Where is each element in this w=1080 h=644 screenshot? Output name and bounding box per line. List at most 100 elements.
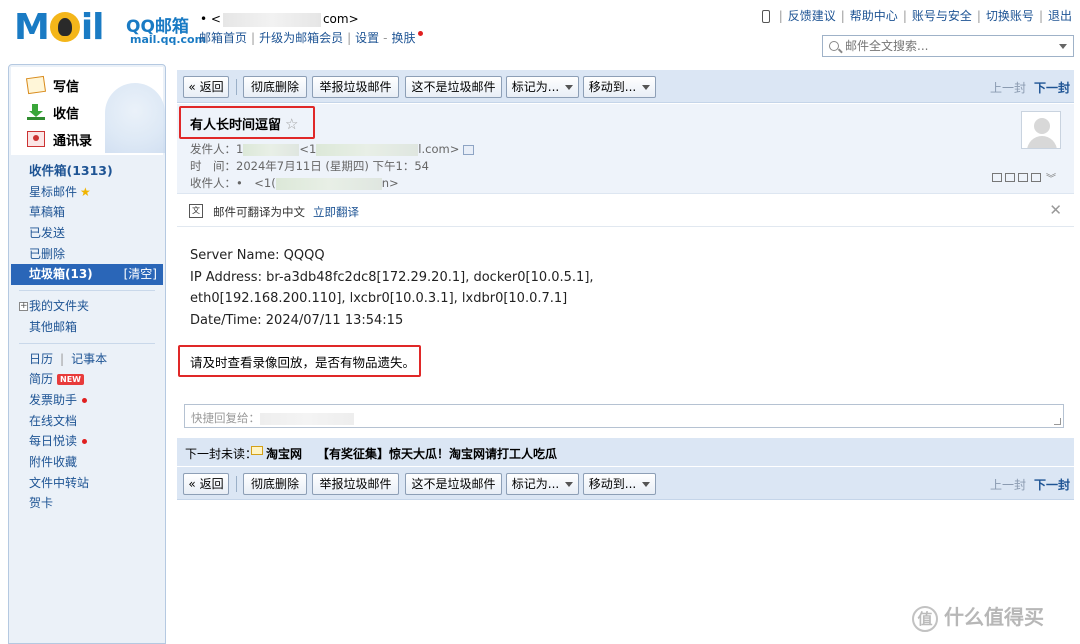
app-resume[interactable]: 简历 NEW — [11, 369, 163, 390]
folder-other-mail[interactable]: 其他邮箱 — [11, 317, 163, 338]
back-button[interactable]: « 返回 — [183, 76, 229, 98]
divider — [19, 290, 155, 292]
search-input[interactable] — [845, 38, 1055, 54]
note-icon[interactable] — [1005, 173, 1015, 182]
folder-drafts[interactable]: 草稿箱 — [11, 202, 163, 223]
qq-mail-logo[interactable]: Mil QQ邮箱 mail.qq.com — [14, 8, 206, 48]
back-button[interactable]: « 返回 — [183, 473, 229, 495]
body-line: Date/Time: 2024/07/11 13:54:15 — [190, 312, 404, 328]
print-icon[interactable] — [1031, 173, 1041, 182]
new-badge: NEW — [57, 374, 84, 386]
chevron-down-icon — [642, 482, 651, 487]
body-line: eth0[192.168.200.110], lxcbr0[10.0.3.1],… — [190, 291, 568, 306]
folder-spam[interactable]: 垃圾箱(13) [清空] — [11, 264, 163, 286]
prev-mail-link[interactable]: 上一封 — [990, 478, 1026, 492]
resize-grip-icon[interactable] — [1054, 418, 1061, 425]
report-spam-button[interactable]: 举报垃圾邮件 — [312, 76, 399, 98]
next-mail-link[interactable]: 下一封 — [1034, 478, 1070, 492]
expand-plus-icon[interactable]: + — [19, 302, 28, 312]
move-to-dropdown[interactable]: 移动到... — [583, 473, 656, 495]
folder-sent[interactable]: 已发送 — [11, 223, 163, 244]
app-calendar[interactable]: 日历 — [29, 352, 53, 366]
redacted-mask — [275, 177, 382, 190]
app-file-transfer[interactable]: 文件中转站 — [11, 473, 163, 494]
close-icon[interactable]: ✕ — [1049, 201, 1062, 219]
toolbar-bottom: « 返回 彻底删除 举报垃圾邮件 这不是垃圾邮件 标记为... 移动到... 上… — [177, 467, 1074, 500]
app-greeting-cards[interactable]: 贺卡 — [11, 493, 163, 514]
link-logout[interactable]: 退出 — [1048, 9, 1072, 23]
envelope-icon — [251, 446, 263, 455]
mail-body: Server Name: QQQQ IP Address: br-a3db48f… — [190, 245, 594, 331]
top-right-links: | 反馈建议 | 帮助中心 | 账号与安全 | 切换账号 | 退出 — [761, 7, 1072, 24]
translate-icon: 文 — [189, 204, 203, 218]
smzdm-logo-icon: 值 — [912, 605, 938, 632]
clip-icon[interactable] — [1018, 173, 1028, 182]
download-icon — [27, 104, 45, 120]
mail-header: 有人长时间逗留 ☆ 发件人：1 <1 l.com> 时 间：2024年7月11日 (星… — [177, 104, 1074, 194]
contacts-button[interactable]: 通讯录 — [27, 128, 92, 150]
highlight-box — [178, 345, 421, 377]
delete-permanently-button[interactable]: 彻底删除 — [243, 76, 307, 98]
not-spam-button[interactable]: 这不是垃圾邮件 — [405, 76, 502, 98]
folder-my-folders[interactable]: + 我的文件夹 — [11, 296, 163, 317]
phone-icon[interactable] — [761, 10, 770, 23]
mail-read-view: « 返回 彻底删除 举报垃圾邮件 这不是垃圾邮件 标记为... 移动到... 上… — [177, 70, 1080, 644]
pager-top: 上一封 下一封 — [990, 79, 1070, 96]
sender-avatar[interactable] — [1021, 111, 1061, 149]
contacts-icon — [27, 131, 45, 147]
chevron-down-icon — [565, 85, 574, 90]
nav-upgrade-vip[interactable]: 升级为邮箱会员 — [259, 31, 343, 45]
contact-card-icon[interactable] — [463, 144, 475, 155]
redacted-mask — [243, 143, 300, 156]
translate-bar: 文 邮件可翻译为中文 立即翻译 ✕ — [177, 195, 1074, 227]
new-window-icon[interactable] — [992, 173, 1002, 182]
next-unread-sender[interactable]: 淘宝网 — [266, 445, 302, 462]
next-unread-subject[interactable]: 【有奖征集】惊天大瓜！淘宝网请打工人吃瓜 — [317, 445, 557, 462]
link-switch-account[interactable]: 切换账号 — [986, 9, 1034, 23]
folder-starred[interactable]: 星标邮件 ★ — [11, 182, 163, 203]
app-online-docs[interactable]: 在线文档 — [11, 411, 163, 432]
link-security[interactable]: 账号与安全 — [912, 9, 972, 23]
compose-button[interactable]: 写信 — [25, 74, 79, 96]
search-box — [822, 35, 1074, 57]
move-to-dropdown[interactable]: 移动到... — [583, 76, 656, 98]
chevron-double-down-icon[interactable]: ︾ — [1046, 170, 1056, 185]
account-address: • < com> — [200, 12, 359, 27]
next-mail-link[interactable]: 下一封 — [1034, 81, 1070, 95]
not-spam-button[interactable]: 这不是垃圾邮件 — [405, 473, 502, 495]
link-help[interactable]: 帮助中心 — [850, 9, 898, 23]
to-row: 收件人：• <1(n> — [190, 176, 399, 190]
mark-as-dropdown[interactable]: 标记为... — [506, 76, 579, 98]
app-attachments[interactable]: 附件收藏 — [11, 452, 163, 473]
pager-bottom: 上一封 下一封 — [990, 476, 1070, 493]
prev-mail-link[interactable]: 上一封 — [990, 81, 1026, 95]
delete-permanently-button[interactable]: 彻底删除 — [243, 473, 307, 495]
redacted-mask — [316, 143, 419, 156]
top-header: Mil QQ邮箱 mail.qq.com • < com> 邮箱首页 | 升级为邮箱会… — [0, 0, 1080, 64]
left-sidebar: 写信 收信 通讯录 收件箱(1313) 星标邮件 ★ 草稿箱 已发送 已删除 垃圾… — [8, 64, 166, 644]
clear-spam-link[interactable]: [清空] — [124, 264, 157, 285]
penguin-icon — [49, 12, 80, 42]
folder-inbox[interactable]: 收件箱(1313) — [11, 161, 163, 182]
search-icon — [829, 41, 839, 51]
folder-deleted[interactable]: 已删除 — [11, 244, 163, 265]
report-spam-button[interactable]: 举报垃圾邮件 — [312, 473, 399, 495]
chevron-down-icon — [642, 85, 651, 90]
nav-skin[interactable]: 换肤 — [391, 31, 415, 45]
app-daily-reading[interactable]: 每日悦读 — [11, 431, 163, 452]
app-notes[interactable]: 记事本 — [71, 352, 107, 366]
translate-now-link[interactable]: 立即翻译 — [313, 205, 359, 219]
top-nav: 邮箱首页 | 升级为邮箱会员 | 设置 - 换肤 — [199, 29, 423, 46]
site-watermark: 值什么值得买 — [912, 601, 1044, 632]
nav-settings[interactable]: 设置 — [355, 31, 379, 45]
chevron-down-icon — [565, 482, 574, 487]
quick-reply-input[interactable]: 快捷回复给： — [184, 404, 1064, 428]
search-dropdown-icon[interactable] — [1059, 44, 1067, 49]
receive-button[interactable]: 收信 — [27, 101, 79, 123]
quick-actions: 写信 收信 通讯录 — [11, 67, 165, 155]
app-invoice[interactable]: 发票助手 — [11, 390, 163, 411]
logo-domain-text: mail.qq.com — [130, 33, 207, 46]
mark-as-dropdown[interactable]: 标记为... — [506, 473, 579, 495]
nav-mail-home[interactable]: 邮箱首页 — [199, 31, 247, 45]
link-feedback[interactable]: 反馈建议 — [788, 9, 836, 23]
